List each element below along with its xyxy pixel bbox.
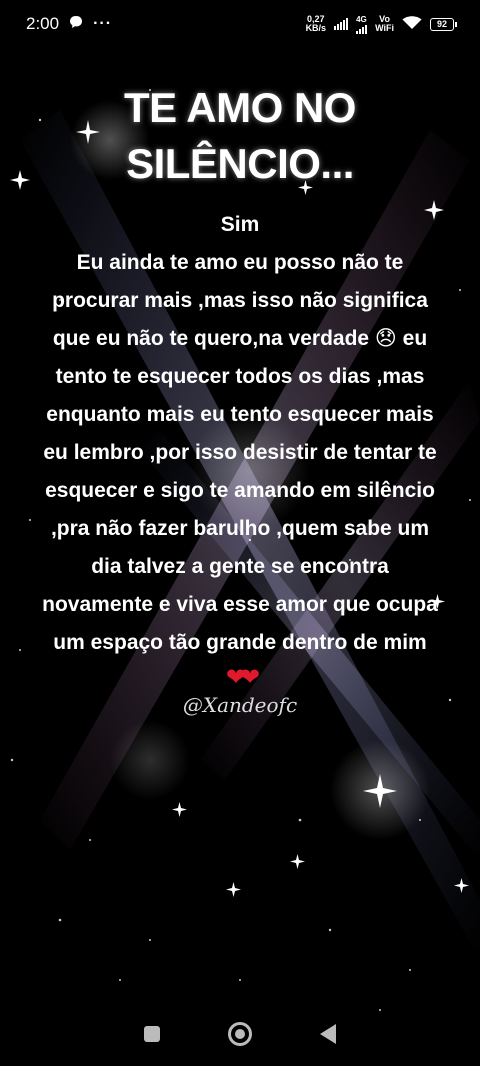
status-bar: 2:00 ··· 0,27 KB/s 4G Vo WiFi 92 [0, 0, 480, 48]
vowifi-indicator: Vo WiFi [375, 14, 394, 33]
signal-strength-icon-2 [356, 24, 368, 34]
post-body: Sim Eu ainda te amo eu posso não te proc… [42, 213, 438, 654]
signal-strength-icon [334, 18, 349, 30]
clock: 2:00 [26, 14, 60, 33]
status-left: 2:00 ··· [26, 14, 112, 34]
recent-apps-button[interactable] [144, 1026, 160, 1042]
battery-icon: 92 [430, 17, 457, 31]
home-button[interactable] [228, 1022, 252, 1046]
hearts-icon: ❤❤ [225, 664, 260, 691]
wifi-icon [402, 16, 422, 32]
network-type: 4G [356, 14, 367, 24]
network-speed: 0,27 KB/s [305, 14, 327, 33]
status-right: 0,27 KB/s 4G Vo WiFi 92 [305, 14, 457, 34]
more-notifications-icon: ··· [93, 15, 113, 32]
post-title: TE AMO NO SILÊNCIO... [0, 80, 480, 192]
navigation-bar [0, 1002, 480, 1066]
post-content: TE AMO NO SILÊNCIO... Sim Eu ainda te am… [0, 72, 480, 718]
signature: @Xandeofc [182, 693, 298, 717]
title-line-1: TE AMO NO [124, 84, 356, 131]
chat-notification-icon [69, 15, 83, 34]
back-button[interactable] [320, 1024, 336, 1044]
title-line-2: SILÊNCIO... [126, 140, 354, 187]
